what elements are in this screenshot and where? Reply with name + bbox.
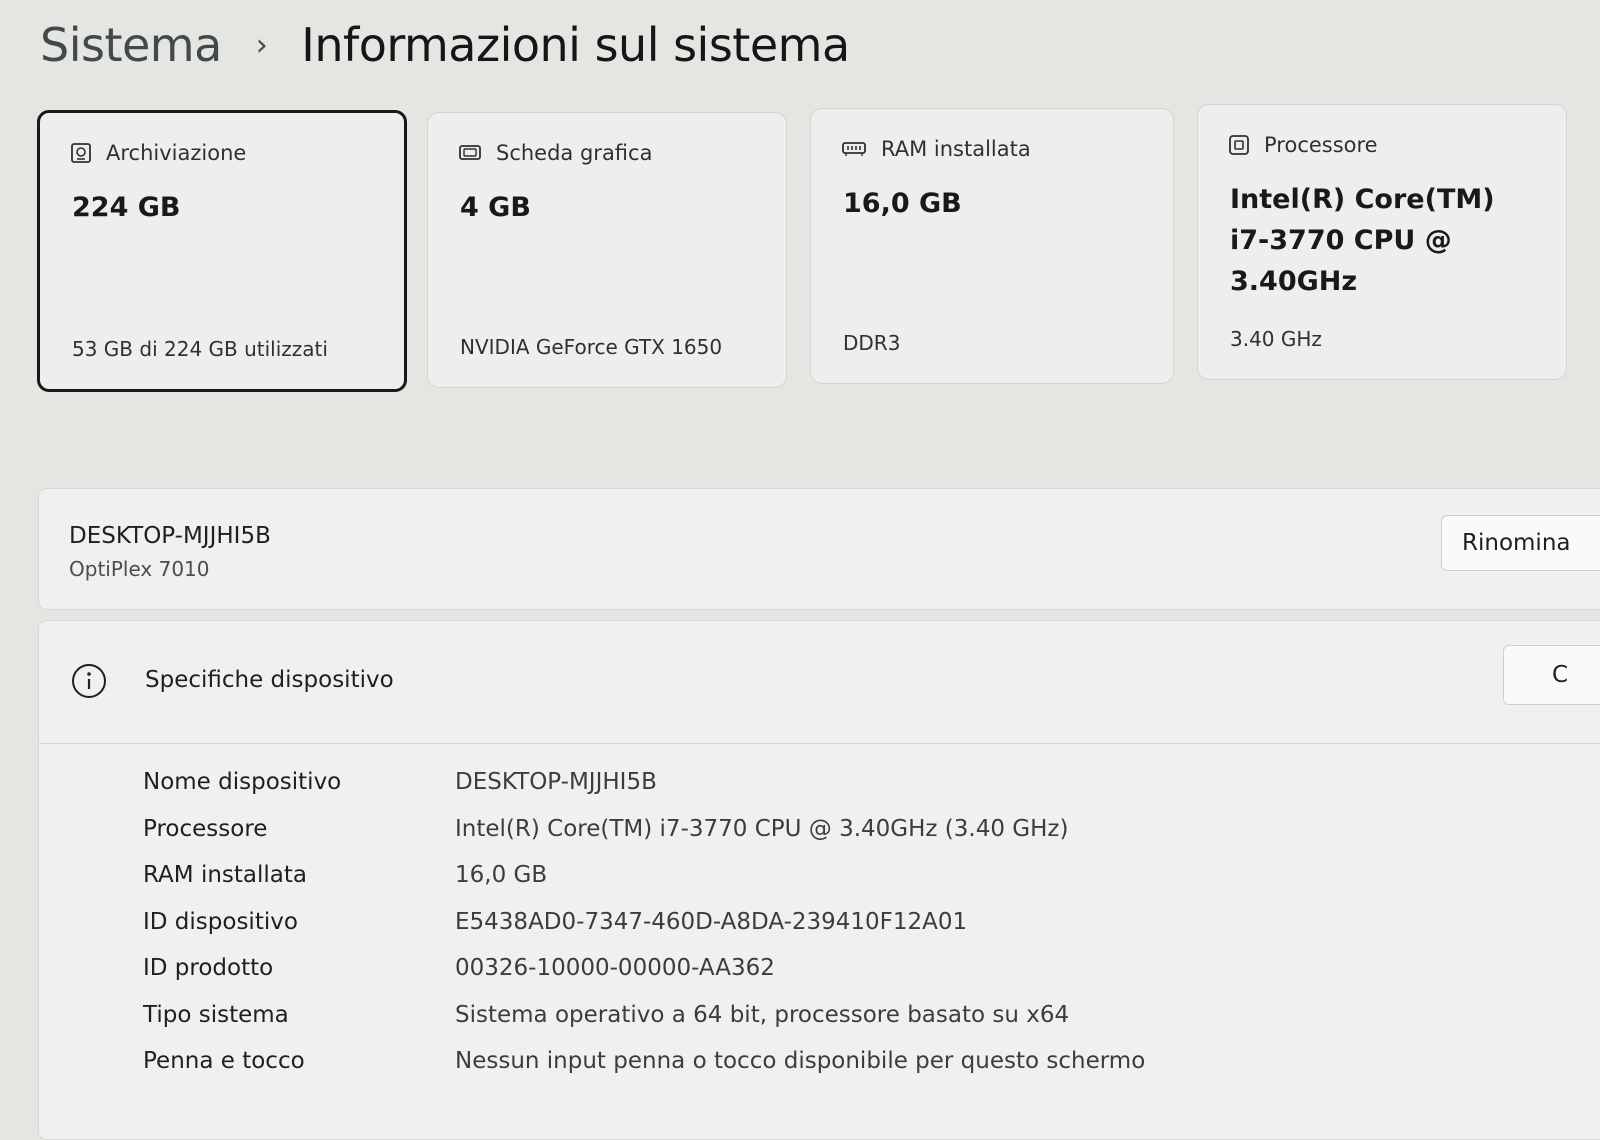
- spec-label: Penna e tocco: [143, 1048, 305, 1075]
- gpu-icon: [459, 145, 481, 160]
- spec-label: Tipo sistema: [143, 1001, 289, 1028]
- card-cpu-title: Processore: [1264, 133, 1378, 157]
- card-ram-value: 16,0 GB: [843, 188, 962, 219]
- spec-value: E5438AD0-7347-460D-A8DA-239410F12A01: [455, 908, 968, 935]
- card-storage-value: 224 GB: [72, 192, 181, 223]
- rename-button[interactable]: Rinomina: [1441, 515, 1600, 571]
- device-name-panel: DESKTOP-MJJHI5B OptiPlex 7010 Rinomina: [38, 488, 1600, 610]
- spec-label: ID dispositivo: [143, 908, 298, 935]
- spec-value: 00326-10000-00000-AA362: [455, 955, 775, 982]
- spec-value: Nessun input penna o tocco disponibile p…: [455, 1048, 1146, 1075]
- spec-value: 16,0 GB: [455, 862, 548, 889]
- spec-row: Tipo sistema Sistema operativo a 64 bit,…: [143, 992, 1145, 1039]
- device-specs-title: Specifiche dispositivo: [145, 667, 394, 693]
- breadcrumb-parent[interactable]: Sistema: [40, 18, 222, 72]
- card-storage-title: Archiviazione: [106, 141, 247, 165]
- card-storage-subtitle: 53 GB di 224 GB utilizzati: [72, 337, 328, 361]
- card-ram[interactable]: RAM installata 16,0 GB DDR3: [810, 108, 1174, 384]
- page-title: Informazioni sul sistema: [301, 18, 850, 72]
- spec-value: Intel(R) Core(TM) i7-3770 CPU @ 3.40GHz …: [455, 815, 1069, 842]
- device-name: DESKTOP-MJJHI5B: [69, 523, 271, 549]
- specs-table: Nome dispositivo DESKTOP-MJJHI5B Process…: [143, 759, 1145, 1085]
- spec-label: Nome dispositivo: [143, 769, 342, 796]
- storage-icon: [71, 143, 91, 163]
- spec-row: Penna e tocco Nessun input penna o tocco…: [143, 1038, 1145, 1085]
- card-gpu[interactable]: Scheda grafica 4 GB NVIDIA GeForce GTX 1…: [427, 112, 787, 388]
- card-gpu-value: 4 GB: [460, 192, 531, 223]
- card-storage[interactable]: Archiviazione 224 GB 53 GB di 224 GB uti…: [37, 110, 407, 392]
- card-cpu-value: Intel(R) Core(TM) i7-3770 CPU @ 3.40GHz: [1230, 184, 1495, 297]
- spec-value: DESKTOP-MJJHI5B: [455, 769, 657, 796]
- card-ram-header: RAM installata: [841, 137, 1031, 161]
- device-model: OptiPlex 7010: [69, 557, 210, 581]
- card-cpu-subtitle: 3.40 GHz: [1230, 327, 1322, 351]
- breadcrumb: Sistema › Informazioni sul sistema: [40, 18, 850, 72]
- spec-value: Sistema operativo a 64 bit, processore b…: [455, 1001, 1070, 1028]
- card-gpu-subtitle: NVIDIA GeForce GTX 1650: [460, 335, 723, 359]
- info-icon: [72, 664, 106, 698]
- card-gpu-header: Scheda grafica: [458, 141, 652, 165]
- spec-row: ID prodotto 00326-10000-00000-AA362: [143, 945, 1145, 992]
- spec-row: Processore Intel(R) Core(TM) i7-3770 CPU…: [143, 806, 1145, 853]
- ram-icon: [842, 142, 866, 156]
- cpu-icon: [1229, 135, 1249, 155]
- spec-row: Nome dispositivo DESKTOP-MJJHI5B: [143, 759, 1145, 806]
- card-ram-subtitle: DDR3: [843, 331, 901, 355]
- card-ram-title: RAM installata: [881, 137, 1031, 161]
- spec-label: RAM installata: [143, 862, 307, 889]
- spec-row: RAM installata 16,0 GB: [143, 852, 1145, 899]
- spec-label: ID prodotto: [143, 955, 274, 982]
- copy-button[interactable]: C: [1503, 645, 1600, 705]
- device-specs-panel: Specifiche dispositivo C Nome dispositiv…: [38, 620, 1600, 1140]
- card-cpu-header: Processore: [1228, 133, 1378, 157]
- breadcrumb-separator: ›: [255, 27, 268, 63]
- spec-row: ID dispositivo E5438AD0-7347-460D-A8DA-2…: [143, 899, 1145, 946]
- card-gpu-title: Scheda grafica: [496, 141, 653, 165]
- device-specs-header[interactable]: Specifiche dispositivo C: [39, 621, 1600, 744]
- card-storage-header: Archiviazione: [70, 141, 246, 165]
- card-cpu[interactable]: Processore Intel(R) Core(TM) i7-3770 CPU…: [1197, 104, 1567, 380]
- spec-label: Processore: [143, 815, 268, 842]
